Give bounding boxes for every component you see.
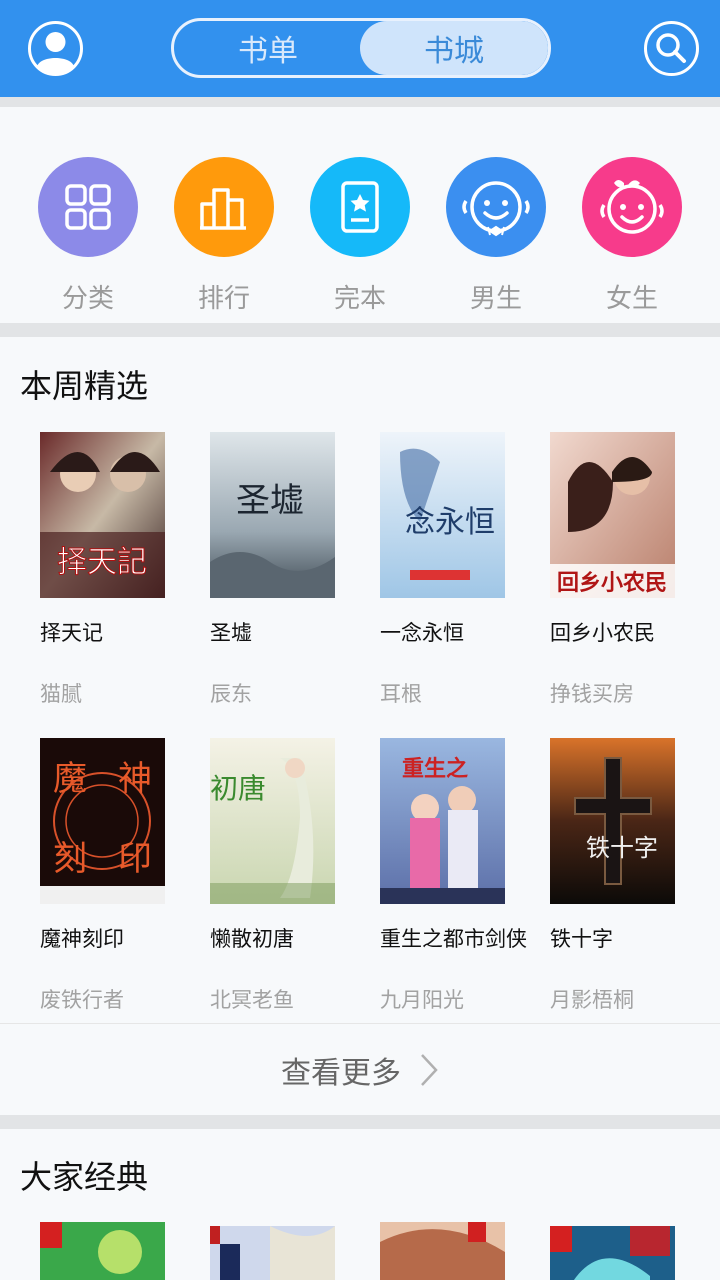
book-cover[interactable]: 初唐: [210, 738, 335, 904]
svg-text:神: 神: [118, 759, 152, 799]
book-title: 择天记: [40, 621, 103, 645]
book-card[interactable]: 回乡小农民 回乡小农民 挣钱买房: [550, 432, 700, 706]
book-title: 懒散初唐: [210, 927, 294, 951]
book-cover[interactable]: [40, 1222, 165, 1280]
category-ranking[interactable]: 排行: [174, 157, 274, 315]
section-title-classics: 大家经典: [20, 1158, 149, 1196]
section-title-weekly: 本周精选: [20, 367, 149, 405]
girl-face-icon: [582, 157, 682, 257]
book-author: 猫腻: [40, 682, 82, 706]
svg-text:刻: 刻: [53, 839, 87, 879]
category-label: 男生: [469, 284, 522, 314]
section-divider: [0, 323, 720, 337]
svg-text:念永恒: 念永恒: [405, 505, 495, 540]
category-label: 女生: [605, 284, 658, 314]
category-classify[interactable]: 分类: [38, 157, 138, 315]
avatar-icon[interactable]: [27, 20, 84, 77]
grid-icon: [38, 157, 138, 257]
category-row: 分类 排行 完本 男生 女生: [0, 107, 720, 323]
book-cover[interactable]: [550, 1226, 675, 1280]
book-title: 重生之都市剑侠: [380, 927, 527, 951]
section-divider: [0, 1115, 720, 1129]
search-icon[interactable]: [643, 20, 700, 77]
book-title: 铁十字: [550, 927, 613, 951]
book-card[interactable]: 念永恒 一念永恒 耳根: [380, 432, 530, 706]
category-label: 排行: [197, 284, 250, 314]
book-card[interactable]: 铁十字 铁十字 月影梧桐: [550, 738, 700, 1012]
book-cover[interactable]: 念永恒: [380, 432, 505, 598]
book-author: 挣钱买房: [550, 682, 634, 706]
book-card[interactable]: 择天記 择天记 猫腻: [40, 432, 190, 706]
svg-text:择天記: 择天記: [57, 545, 147, 580]
book-cover[interactable]: 重生之: [380, 738, 505, 904]
svg-text:重生之: 重生之: [402, 756, 468, 782]
category-male[interactable]: 男生: [446, 157, 546, 315]
svg-text:初唐: 初唐: [210, 772, 266, 805]
book-author: 北冥老鱼: [210, 988, 294, 1012]
svg-text:印: 印: [118, 839, 152, 879]
svg-text:回乡小农民: 回乡小农民: [557, 570, 667, 596]
book-title: 魔神刻印: [40, 927, 124, 951]
category-female[interactable]: 女生: [582, 157, 682, 315]
book-author: 月影梧桐: [550, 988, 634, 1012]
book-cover[interactable]: [380, 1222, 505, 1280]
tab-booklist[interactable]: 书单: [174, 21, 362, 75]
book-cover[interactable]: 择天記: [40, 432, 165, 598]
book-card[interactable]: 圣墟 圣墟 辰东: [210, 432, 360, 706]
book-card[interactable]: 魔 神 刻 印 魔神刻印 废铁行者: [40, 738, 190, 1012]
tab-switcher: 书单 书城: [171, 18, 551, 78]
book-author: 废铁行者: [40, 988, 124, 1012]
see-more-label: 查看更多: [281, 1055, 401, 1091]
book-card[interactable]: 重生之 重生之都市剑侠 九月阳光: [380, 738, 530, 1012]
book-title: 回乡小农民: [550, 621, 655, 645]
category-label: 分类: [61, 284, 114, 314]
chevron-right-icon: [421, 1053, 438, 1086]
book-cover[interactable]: 铁十字: [550, 738, 675, 904]
top-bar-shadow: [0, 97, 720, 107]
book-cover[interactable]: 圣墟: [210, 432, 335, 598]
tab-bookstore[interactable]: 书城: [360, 21, 548, 75]
svg-text:魔: 魔: [53, 759, 87, 799]
book-cover[interactable]: 回乡小农民: [550, 432, 675, 598]
book-author: 辰东: [210, 682, 252, 706]
book-cover[interactable]: 魔 神 刻 印: [40, 738, 165, 904]
category-completed[interactable]: 完本: [310, 157, 410, 315]
book-author: 九月阳光: [380, 988, 464, 1012]
svg-text:铁十字: 铁十字: [586, 834, 658, 862]
svg-text:圣墟: 圣墟: [236, 481, 304, 521]
see-more-button[interactable]: 查看更多: [0, 1023, 720, 1115]
book-title: 一念永恒: [380, 621, 464, 645]
book-cover[interactable]: [210, 1226, 335, 1280]
category-label: 完本: [333, 284, 386, 314]
book-title: 圣墟: [210, 621, 252, 645]
book-author: 耳根: [380, 682, 422, 706]
boy-face-icon: [446, 157, 546, 257]
book-card[interactable]: 初唐 懒散初唐 北冥老鱼: [210, 738, 360, 1012]
book-star-icon: [310, 157, 410, 257]
bar-chart-icon: [174, 157, 274, 257]
